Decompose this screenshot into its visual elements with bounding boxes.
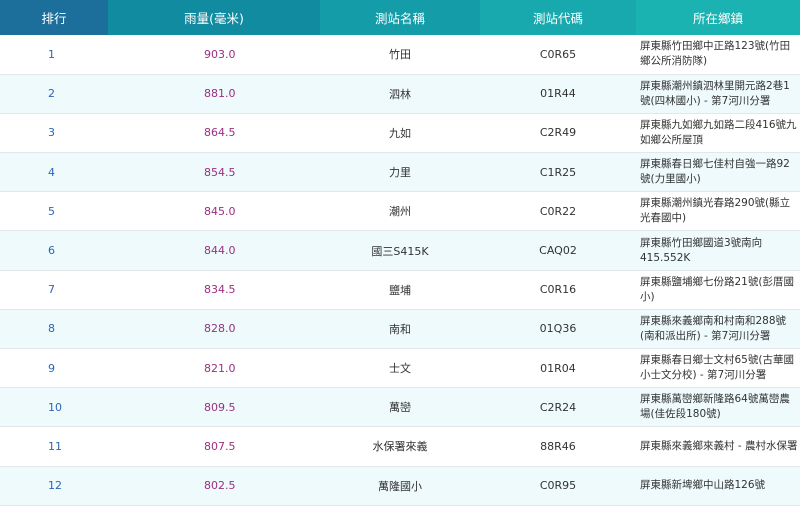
station-code-cell: C1R25 xyxy=(539,165,577,179)
station-code-cell: 01R04 xyxy=(540,361,576,375)
township-cell: 屏東縣春日鄉士文村65號(古華國小士文分校) - 第7河川分署 xyxy=(640,354,794,382)
station-name-cell: 力里 xyxy=(389,166,411,180)
township-cell: 屏東縣潮州鎮光春路290號(縣立光春國中) xyxy=(640,197,791,225)
station-code-cell: 88R46 xyxy=(540,439,576,453)
rainfall-cell: 845.0 xyxy=(204,204,236,218)
station-code-cell: 01Q36 xyxy=(539,322,577,336)
rainfall-cell: 821.0 xyxy=(204,361,236,375)
rainfall-ranking-table: 排行 雨量(毫米) 測站名稱 測站代碼 所在鄉鎮 1 903.0 竹田 C0R65 屏東… xyxy=(0,0,800,506)
table-row[interactable]: 1 903.0 竹田 C0R65 屏東縣竹田鄉中正路123號(竹田鄉公所消防隊) xyxy=(0,35,800,75)
rank-cell: 5 xyxy=(48,204,55,218)
rank-cell: 8 xyxy=(48,322,55,336)
rainfall-cell: 864.5 xyxy=(204,126,236,140)
rank-cell: 6 xyxy=(48,244,55,258)
station-code-cell: C0R22 xyxy=(539,204,577,218)
rank-cell: 2 xyxy=(48,87,55,101)
rainfall-cell: 828.0 xyxy=(204,322,236,336)
rainfall-cell: 809.5 xyxy=(204,400,236,414)
rank-cell: 12 xyxy=(48,479,62,493)
rainfall-cell: 807.5 xyxy=(204,439,236,453)
rainfall-cell: 903.0 xyxy=(204,47,236,61)
header-row: 排行 雨量(毫米) 測站名稱 測站代碼 所在鄉鎮 xyxy=(0,0,800,35)
township-cell: 屏東縣九如鄉九如路二段416號九如鄉公所屋頂 xyxy=(640,118,797,146)
table-row[interactable]: 8 828.0 南和 01Q36 屏東縣來義鄉南和村南和288號(南和派出所) - 第7… xyxy=(0,309,800,349)
township-cell: 屏東縣來義鄉來義村 - 農村水保署 xyxy=(640,439,798,452)
township-cell: 屏東縣竹田鄉中正路123號(竹田鄉公所消防隊) xyxy=(640,40,791,68)
table-row[interactable]: 4 854.5 力里 C1R25 屏東縣春日鄉七佳村自強一路92號(力里國小) xyxy=(0,152,800,192)
table-row[interactable]: 5 845.0 潮州 C0R22 屏東縣潮州鎮光春路290號(縣立光春國中) xyxy=(0,191,800,231)
station-code-cell: C0R16 xyxy=(539,283,577,297)
table-row[interactable]: 12 802.5 萬隆國小 C0R95 屏東縣新埤鄉中山路126號 xyxy=(0,466,800,506)
table-body: 1 903.0 竹田 C0R65 屏東縣竹田鄉中正路123號(竹田鄉公所消防隊) 2 881… xyxy=(0,35,800,506)
station-code-cell: C0R95 xyxy=(539,479,577,493)
rainfall-cell: 881.0 xyxy=(204,87,236,101)
rainfall-cell: 834.5 xyxy=(204,283,236,297)
header-rank[interactable]: 排行 xyxy=(0,0,108,35)
station-code-cell: 01R44 xyxy=(540,87,576,101)
rank-cell: 3 xyxy=(48,126,55,140)
rank-cell: 7 xyxy=(48,283,55,297)
table-row[interactable]: 6 844.0 國三S415K CAQ02 屏東縣竹田鄉國道3號南向415.552K xyxy=(0,230,800,271)
table-row[interactable]: 11 807.5 水保署來義 88R46 屏東縣來義鄉來義村 - 農村水保署 xyxy=(0,426,800,467)
rank-cell: 1 xyxy=(48,47,55,61)
table-row[interactable]: 3 864.5 九如 C2R49 屏東縣九如鄉九如路二段416號九如鄉公所屋頂 xyxy=(0,113,800,153)
table-row[interactable]: 7 834.5 鹽埔 C0R16 屏東縣鹽埔鄉七份路21號(彭厝國小) xyxy=(0,270,800,310)
township-cell: 屏東縣春日鄉七佳村自強一路92號(力里國小) xyxy=(640,158,790,186)
township-cell: 屏東縣來義鄉南和村南和288號(南和派出所) - 第7河川分署 xyxy=(640,314,787,342)
rank-cell: 11 xyxy=(48,439,62,453)
township-cell: 屏東縣萬巒鄉新隆路64號萬巒農場(佳佐段180號) xyxy=(640,393,790,421)
station-name-cell: 國三S415K xyxy=(371,244,429,258)
station-code-cell: C2R24 xyxy=(539,400,577,414)
township-cell: 屏東縣竹田鄉國道3號南向415.552K xyxy=(640,236,763,264)
rank-cell: 10 xyxy=(48,400,62,414)
table-row[interactable]: 10 809.5 萬巒 C2R24 屏東縣萬巒鄉新隆路64號萬巒農場(佳佐段180號) xyxy=(0,387,800,427)
table-row[interactable]: 9 821.0 士文 01R04 屏東縣春日鄉士文村65號(古華國小士文分校) - 第7… xyxy=(0,348,800,388)
rainfall-cell: 802.5 xyxy=(204,479,236,493)
station-name-cell: 竹田 xyxy=(389,48,411,62)
header-township[interactable]: 所在鄉鎮 xyxy=(636,0,800,35)
station-name-cell: 鹽埔 xyxy=(389,283,411,297)
table-row[interactable]: 2 881.0 泗林 01R44 屏東縣潮州鎮泗林里開元路2巷1號(四林國小) - 第7… xyxy=(0,74,800,114)
station-name-cell: 潮州 xyxy=(389,205,411,219)
rainfall-cell: 854.5 xyxy=(204,165,236,179)
station-name-cell: 泗林 xyxy=(389,87,411,101)
township-cell: 屏東縣潮州鎮泗林里開元路2巷1號(四林國小) - 第7河川分署 xyxy=(640,79,790,107)
rainfall-cell: 844.0 xyxy=(204,244,236,258)
station-name-cell: 水保署來義 xyxy=(372,440,428,454)
header-station-code[interactable]: 測站代碼 xyxy=(480,0,636,35)
station-name-cell: 士文 xyxy=(389,362,411,376)
station-code-cell: C2R49 xyxy=(539,126,577,140)
township-cell: 屏東縣新埤鄉中山路126號 xyxy=(640,479,766,492)
rank-cell: 4 xyxy=(48,165,55,179)
station-code-cell: C0R65 xyxy=(539,47,577,61)
station-name-cell: 九如 xyxy=(389,126,411,140)
rank-cell: 9 xyxy=(48,361,55,375)
station-name-cell: 南和 xyxy=(389,322,411,336)
township-cell: 屏東縣鹽埔鄉七份路21號(彭厝國小) xyxy=(640,275,794,303)
station-name-cell: 萬巒 xyxy=(389,401,411,415)
header-rainfall[interactable]: 雨量(毫米) xyxy=(108,0,320,35)
station-code-cell: CAQ02 xyxy=(539,244,577,258)
table-header: 排行 雨量(毫米) 測站名稱 測站代碼 所在鄉鎮 xyxy=(0,0,800,35)
station-name-cell: 萬隆國小 xyxy=(378,479,422,493)
header-station-name[interactable]: 測站名稱 xyxy=(320,0,480,35)
